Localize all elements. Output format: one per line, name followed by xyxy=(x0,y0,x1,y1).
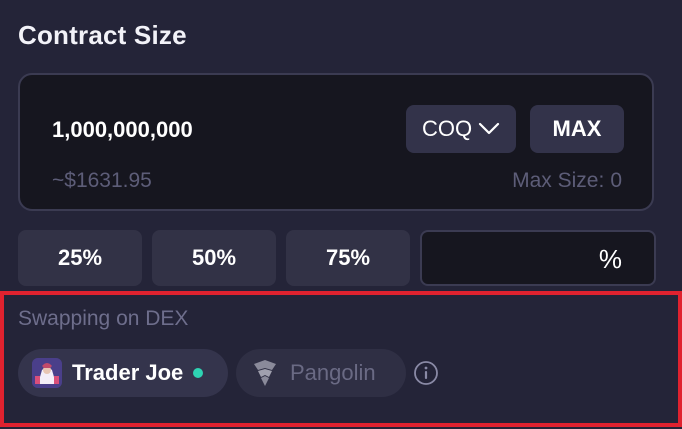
chevron-down-icon xyxy=(478,122,500,136)
pangolin-logo-icon xyxy=(250,358,280,388)
trader-joe-logo-icon xyxy=(32,358,62,388)
dex-option-label: Trader Joe xyxy=(72,360,184,385)
dex-option-trader-joe[interactable]: Trader Joe xyxy=(18,349,228,397)
percent-75-button[interactable]: 75% xyxy=(286,230,410,286)
percent-symbol: % xyxy=(598,244,622,274)
active-status-dot xyxy=(193,368,204,378)
contract-size-title: Contract Size xyxy=(18,20,187,50)
contract-size-panel: ~$1631.95 COQ MAX Max Size: 0 xyxy=(18,73,654,211)
max-size-value: 0 xyxy=(610,169,622,192)
max-size: Max Size: 0 xyxy=(512,169,622,193)
percent-25-button[interactable]: 25% xyxy=(18,230,142,286)
token-select[interactable]: COQ xyxy=(406,105,516,153)
dex-option-label: Pangolin xyxy=(290,360,376,385)
dex-selection-section: Swapping on DEX Trader Joe Pangolin xyxy=(0,291,682,427)
max-button[interactable]: MAX xyxy=(530,105,624,153)
percent-50-button[interactable]: 50% xyxy=(152,230,276,286)
contract-size-input[interactable] xyxy=(52,113,352,147)
info-icon[interactable] xyxy=(414,361,438,385)
custom-percent-field: % xyxy=(420,230,656,286)
max-size-label: Max Size: xyxy=(512,169,605,192)
dex-option-pangolin[interactable]: Pangolin xyxy=(236,349,406,397)
dex-label: Swapping on DEX xyxy=(18,307,189,330)
token-symbol: COQ xyxy=(421,116,473,141)
custom-percent-input[interactable] xyxy=(432,242,592,276)
usd-estimate: ~$1631.95 xyxy=(52,169,152,192)
